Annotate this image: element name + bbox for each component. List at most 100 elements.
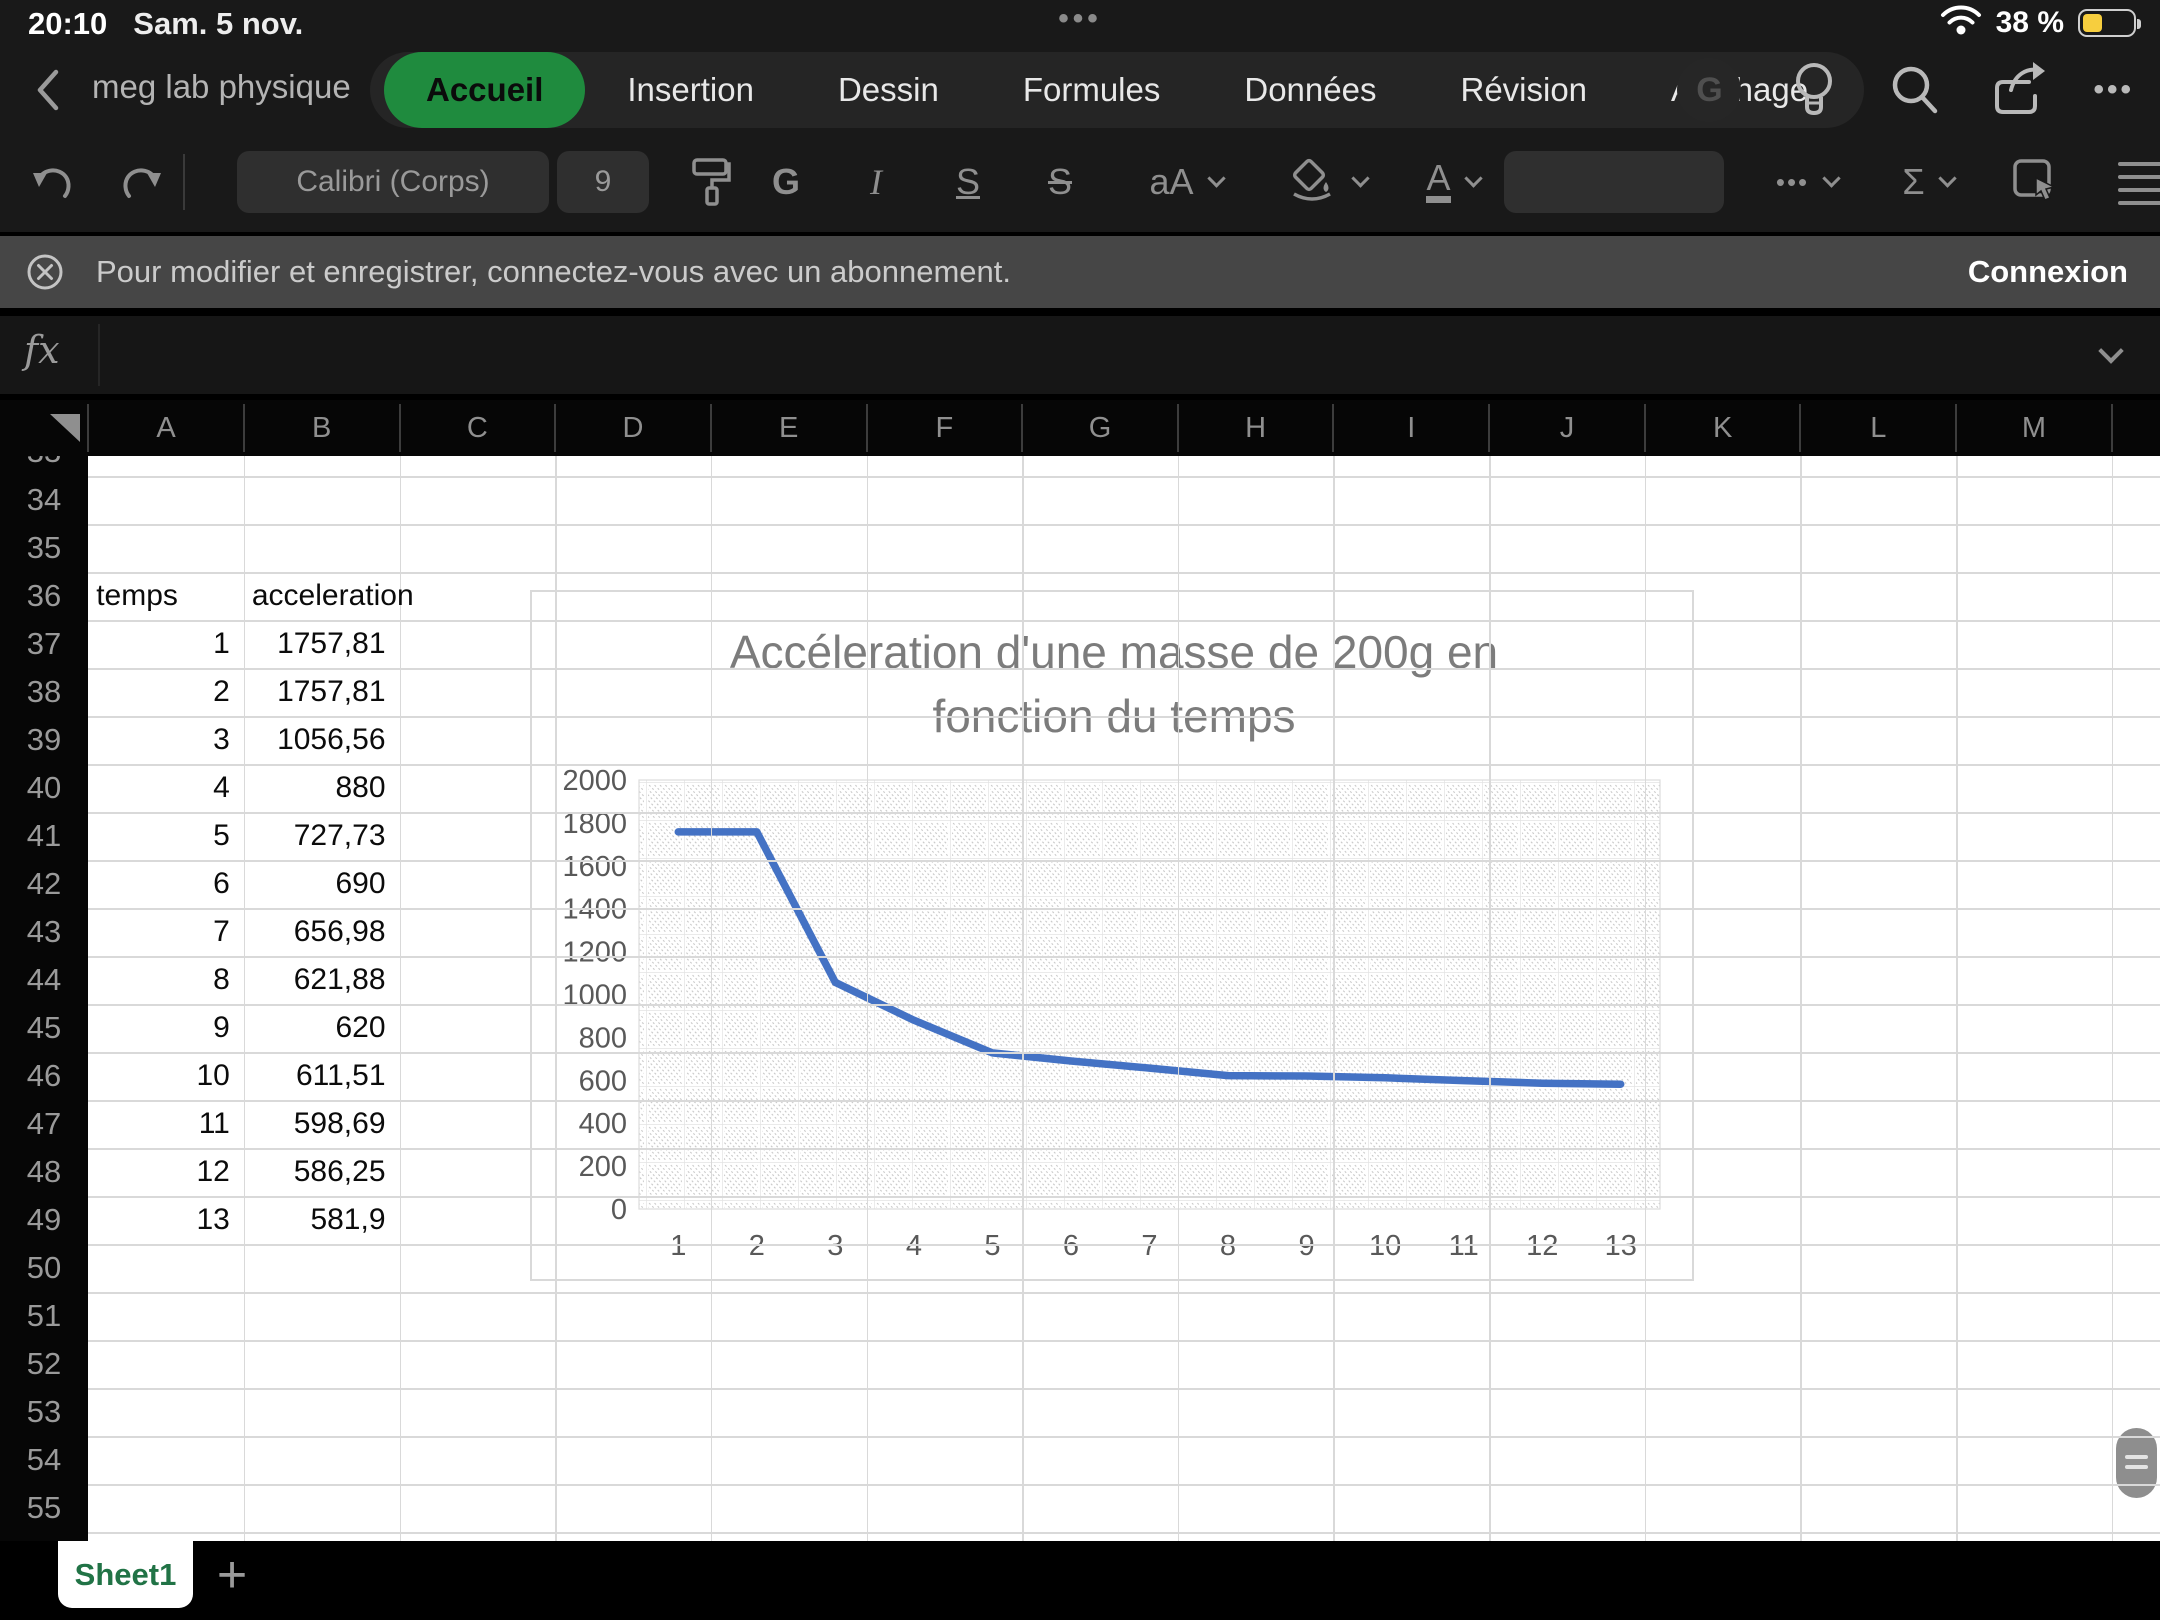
number-format-box[interactable]: [1504, 151, 1724, 213]
column-header-B[interactable]: B: [244, 400, 400, 456]
cell-temps-value[interactable]: 12: [96, 1155, 229, 1189]
undo-button[interactable]: [24, 132, 80, 232]
column-header-E[interactable]: E: [711, 400, 867, 456]
cell-temps-value[interactable]: 6: [96, 867, 230, 901]
cell-temps-value[interactable]: 2: [96, 675, 230, 709]
italic-button[interactable]: I: [846, 132, 906, 232]
font-name-select[interactable]: Calibri (Corps): [237, 151, 549, 213]
row-header-37[interactable]: 37: [0, 626, 88, 662]
alignment-icon[interactable]: [2118, 162, 2160, 205]
row-header-34[interactable]: 34: [0, 482, 88, 518]
cell-acceleration-value[interactable]: 586,25: [252, 1155, 386, 1189]
column-header-C[interactable]: C: [400, 400, 556, 456]
scrollbar-handle[interactable]: [2116, 1428, 2157, 1498]
column-header-A[interactable]: A: [88, 400, 244, 456]
row-header-45[interactable]: 45: [0, 1010, 88, 1046]
cell-temps-value[interactable]: 8: [96, 963, 230, 997]
autosum-button[interactable]: Σ: [1876, 132, 1980, 232]
format-painter-icon[interactable]: [680, 132, 740, 232]
column-header-H[interactable]: H: [1178, 400, 1334, 456]
row-header-35[interactable]: 35: [0, 530, 88, 566]
row-header-43[interactable]: 43: [0, 914, 88, 950]
ribbon-tab-accueil[interactable]: Accueil: [384, 52, 586, 128]
redo-button[interactable]: [114, 132, 170, 232]
ribbon-tab-dessin[interactable]: Dessin: [796, 52, 981, 128]
formula-bar[interactable]: fx: [0, 316, 2160, 394]
row-header-50[interactable]: 50: [0, 1250, 88, 1286]
ribbon-tab-révision[interactable]: Révision: [1418, 52, 1629, 128]
row-header-36[interactable]: 36: [0, 578, 88, 614]
cell-acceleration-value[interactable]: 880: [252, 771, 385, 805]
row-header-40[interactable]: 40: [0, 770, 88, 806]
row-header-46[interactable]: 46: [0, 1058, 88, 1094]
lightbulb-icon[interactable]: [1787, 57, 1841, 123]
add-sheet-button[interactable]: +: [204, 1541, 260, 1608]
dismiss-notification-icon[interactable]: [26, 253, 64, 296]
font-color-button[interactable]: A: [1398, 132, 1508, 232]
connexion-button[interactable]: Connexion: [1968, 254, 2128, 290]
cell-acceleration-value[interactable]: 727,73: [252, 819, 386, 853]
ribbon-tab-insertion[interactable]: Insertion: [585, 52, 796, 128]
cell-temps-value[interactable]: 11: [96, 1107, 230, 1141]
acceleration-chart[interactable]: Accéleration d'une masse de 200g en fonc…: [530, 590, 1694, 1281]
column-header-F[interactable]: F: [867, 400, 1023, 456]
row-header-55[interactable]: 55: [0, 1490, 88, 1526]
cell-temps-value[interactable]: 10: [96, 1059, 229, 1093]
ribbon-tab-formules[interactable]: Formules: [981, 52, 1203, 128]
column-header-G[interactable]: G: [1022, 400, 1178, 456]
more-menu-icon[interactable]: •••: [2093, 73, 2134, 107]
back-button[interactable]: [26, 64, 70, 116]
cell-acceleration-value[interactable]: 1757,81: [252, 627, 385, 661]
row-header-52[interactable]: 52: [0, 1346, 88, 1382]
bold-button[interactable]: G: [756, 132, 816, 232]
cell-temps-value[interactable]: 9: [96, 1011, 230, 1045]
cell-temps-value[interactable]: 3: [96, 723, 230, 757]
column-header-K[interactable]: K: [1645, 400, 1801, 456]
cell-acceleration-value[interactable]: 598,69: [252, 1107, 386, 1141]
multitask-dots-icon[interactable]: •••: [0, 2, 2160, 36]
cell-acceleration-value[interactable]: 1757,81: [252, 675, 385, 709]
cell-acceleration-value[interactable]: 581,9: [252, 1203, 385, 1237]
search-icon[interactable]: [1887, 61, 1943, 119]
cell-temps-value[interactable]: 5: [96, 819, 230, 853]
row-header-33[interactable]: 33: [0, 456, 88, 470]
row-header-51[interactable]: 51: [0, 1298, 88, 1334]
row-header-53[interactable]: 53: [0, 1394, 88, 1430]
cell-temps-value[interactable]: 4: [96, 771, 230, 805]
font-size-select[interactable]: 9: [557, 151, 649, 213]
column-header-I[interactable]: I: [1333, 400, 1489, 456]
cell-acceleration-value[interactable]: 611,51: [252, 1059, 386, 1093]
row-header-47[interactable]: 47: [0, 1106, 88, 1142]
cell-temps-value[interactable]: 13: [96, 1203, 229, 1237]
row-header-38[interactable]: 38: [0, 674, 88, 710]
underline-button[interactable]: S: [938, 132, 998, 232]
cell-acceleration-value[interactable]: 621,88: [252, 963, 386, 997]
column-header-D[interactable]: D: [555, 400, 711, 456]
strikethrough-button[interactable]: S: [1030, 132, 1090, 232]
row-header-54[interactable]: 54: [0, 1442, 88, 1478]
share-icon[interactable]: [1989, 60, 2047, 120]
profile-avatar[interactable]: G: [1677, 58, 1742, 122]
row-header-49[interactable]: 49: [0, 1202, 88, 1238]
cell-acceleration-value[interactable]: 690: [252, 867, 385, 901]
cell-acceleration-header[interactable]: acceleration: [252, 579, 414, 613]
cell-acceleration-value[interactable]: 1056,56: [252, 723, 385, 757]
column-header-L[interactable]: L: [1800, 400, 1956, 456]
ribbon-tab-données[interactable]: Données: [1202, 52, 1418, 128]
column-header-J[interactable]: J: [1489, 400, 1645, 456]
cell-acceleration-value[interactable]: 656,98: [252, 915, 386, 949]
sheet-tab-active[interactable]: Sheet1: [58, 1541, 193, 1608]
formula-bar-expand-icon[interactable]: [2098, 338, 2124, 364]
change-case-button[interactable]: aA: [1128, 132, 1244, 232]
cell-temps-header[interactable]: temps: [96, 579, 230, 613]
row-header-42[interactable]: 42: [0, 866, 88, 902]
row-header-44[interactable]: 44: [0, 962, 88, 998]
column-header-M[interactable]: M: [1956, 400, 2112, 456]
cell-acceleration-value[interactable]: 620: [252, 1011, 385, 1045]
row-header-41[interactable]: 41: [0, 818, 88, 854]
spreadsheet-grid[interactable]: 3334353637383940414243444546474849505152…: [0, 456, 2160, 1541]
row-header-39[interactable]: 39: [0, 722, 88, 758]
select-all-button[interactable]: [44, 410, 84, 451]
row-header-48[interactable]: 48: [0, 1154, 88, 1190]
fill-color-button[interactable]: [1268, 132, 1384, 232]
